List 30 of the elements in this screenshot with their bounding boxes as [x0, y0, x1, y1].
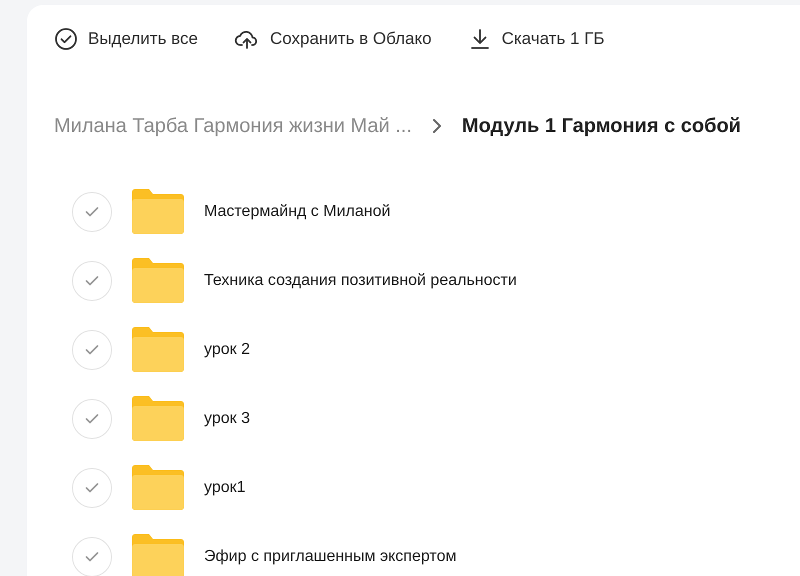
folder-icon: [132, 396, 184, 441]
chevron-right-icon: [432, 118, 442, 134]
select-all-button[interactable]: Выделить все: [54, 26, 198, 52]
current-folder-title: Модуль 1 Гармония с собой: [462, 114, 741, 139]
folder-name[interactable]: урок 2: [204, 338, 250, 362]
checkbox[interactable]: [72, 330, 112, 370]
checkbox[interactable]: [72, 398, 112, 438]
save-to-cloud-button[interactable]: Сохранить в Облако: [234, 26, 432, 52]
folder-icon: [132, 327, 184, 372]
folder-name[interactable]: Техника создания позитивной реальности: [204, 268, 517, 292]
folder-icon: [132, 189, 184, 234]
folder-icon: [132, 534, 184, 576]
download-button[interactable]: Скачать 1 ГБ: [468, 26, 605, 52]
checkmark-icon: [85, 414, 99, 424]
checkmark-icon: [85, 482, 99, 492]
checkbox[interactable]: [72, 260, 112, 300]
folder-name[interactable]: урок 3: [204, 406, 250, 430]
check-circle-icon: [54, 27, 78, 51]
checkmark-icon: [85, 206, 99, 216]
folder-name[interactable]: Эфир с приглашенным экспертом: [204, 544, 456, 568]
checkbox[interactable]: [72, 192, 112, 232]
folder-name[interactable]: урок1: [204, 476, 246, 500]
checkbox[interactable]: [72, 536, 112, 576]
folder-icon: [132, 465, 184, 510]
checkbox[interactable]: [72, 468, 112, 508]
checkmark-icon: [85, 552, 99, 562]
folder-icon: [132, 258, 184, 303]
checkmark-icon: [85, 344, 99, 354]
checkmark-icon: [85, 276, 99, 286]
folder-name[interactable]: Мастермайнд с Миланой: [204, 200, 390, 224]
